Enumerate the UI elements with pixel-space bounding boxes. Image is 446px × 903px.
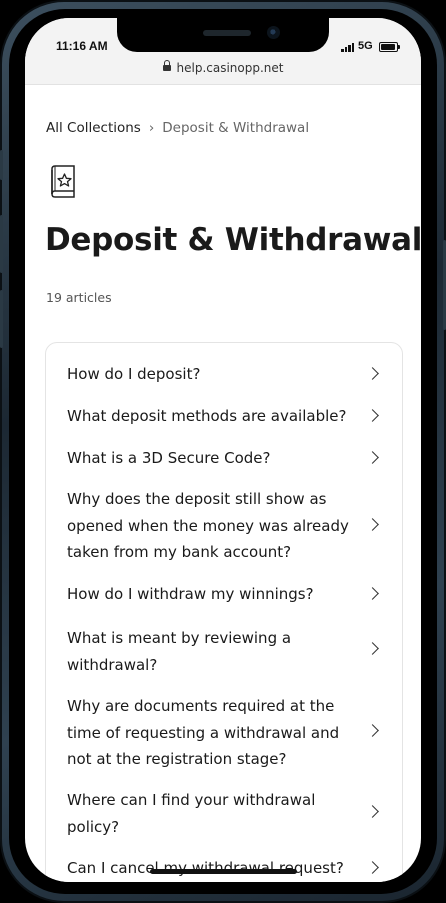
front-camera <box>267 26 280 39</box>
home-indicator[interactable] <box>150 869 297 874</box>
chevron-right-icon <box>366 451 379 464</box>
lock-icon <box>162 60 171 71</box>
breadcrumb: All Collections › Deposit & Withdrawal <box>46 120 309 136</box>
page-title: Deposit & Withdrawal <box>45 222 421 258</box>
volume-up-button <box>0 215 3 273</box>
notch <box>117 18 329 52</box>
phone-frame: 11:16 AM 5G help.casinopp.net All Collec… <box>0 0 446 903</box>
article-link[interactable]: Why are documents required at the time o… <box>67 693 357 773</box>
chevron-right-icon <box>366 367 379 380</box>
article-link[interactable]: How do I deposit? <box>67 361 357 388</box>
chevron-right-icon <box>366 642 379 655</box>
screen: 11:16 AM 5G help.casinopp.net All Collec… <box>25 18 421 882</box>
address-bar[interactable]: help.casinopp.net <box>25 58 421 85</box>
chevron-right-icon <box>366 724 379 737</box>
chevron-right-icon <box>366 587 379 600</box>
chevron-right-icon <box>366 805 379 818</box>
signal-icon <box>341 42 355 52</box>
url-text: help.casinopp.net <box>176 61 284 75</box>
chevron-right-icon <box>366 409 379 422</box>
mute-switch <box>0 150 3 180</box>
battery-icon <box>379 42 400 52</box>
article-link[interactable]: What deposit methods are available? <box>67 403 357 430</box>
status-time: 11:16 AM <box>56 39 108 53</box>
network-type: 5G <box>358 40 373 52</box>
chevron-right-icon <box>366 518 379 531</box>
breadcrumb-separator: › <box>148 120 155 136</box>
article-link[interactable]: What is a 3D Secure Code? <box>67 445 357 472</box>
article-link[interactable]: Why does the deposit still show as opene… <box>67 486 357 566</box>
breadcrumb-current: Deposit & Withdrawal <box>162 120 310 136</box>
article-list: How do I deposit? What deposit methods a… <box>45 342 403 882</box>
breadcrumb-all-collections[interactable]: All Collections <box>46 120 141 136</box>
article-link[interactable]: Where can I find your withdrawal policy? <box>67 787 357 840</box>
star-book-icon <box>51 165 75 198</box>
article-count: 19 articles <box>46 290 112 305</box>
chevron-right-icon <box>366 861 379 874</box>
article-link[interactable]: What is meant by reviewing a withdrawal? <box>67 625 357 678</box>
speaker-grille <box>203 30 251 36</box>
volume-down-button <box>0 290 3 348</box>
article-link[interactable]: How do I withdraw my winnings? <box>67 581 357 608</box>
